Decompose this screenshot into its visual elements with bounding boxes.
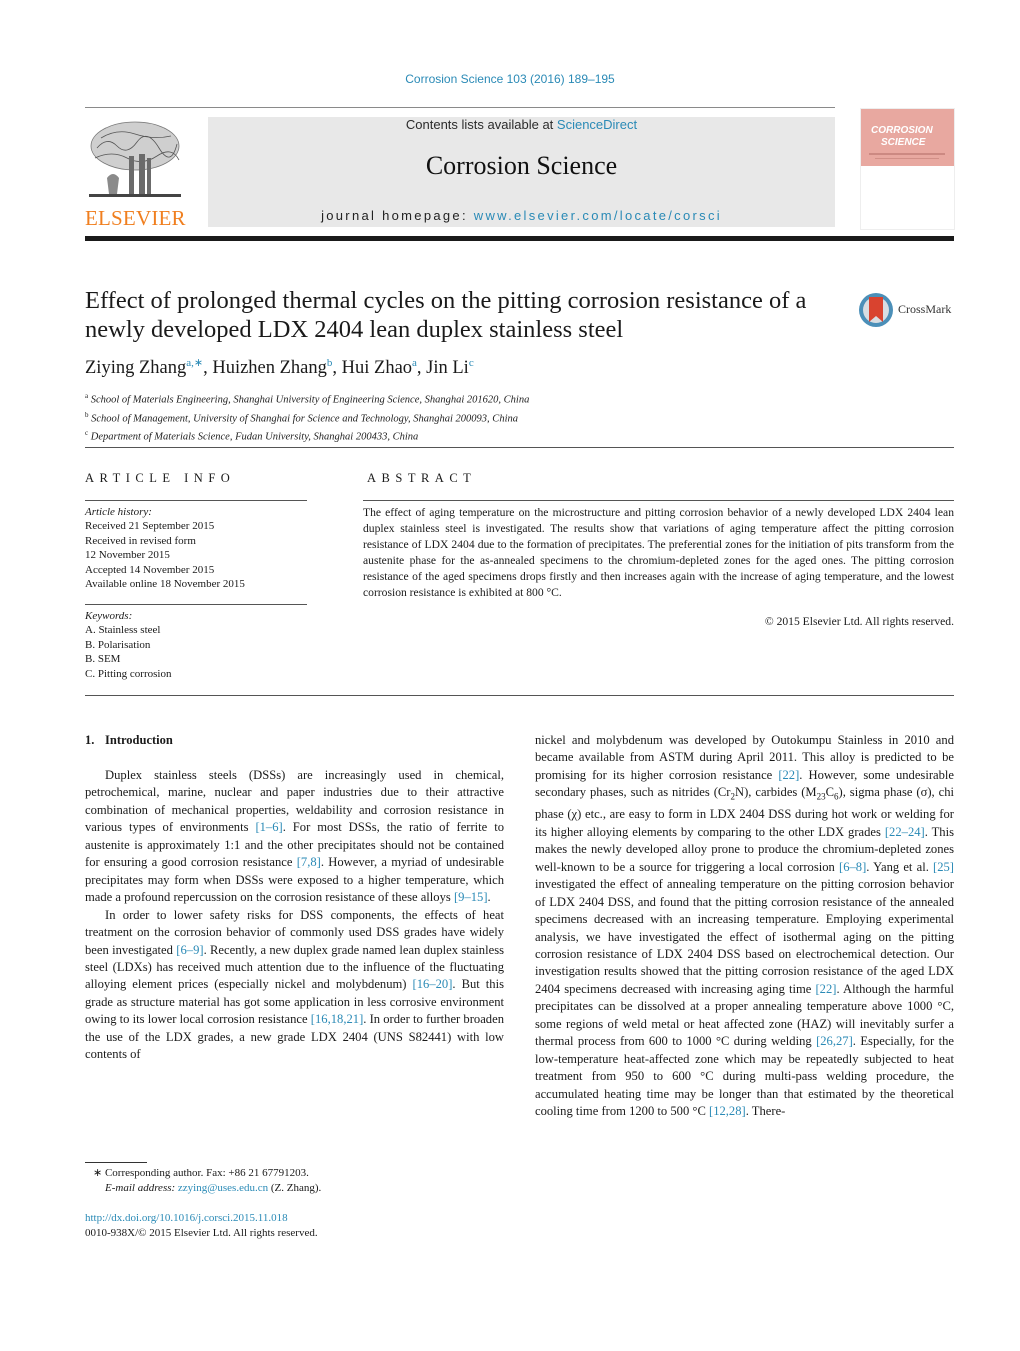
citation-link[interactable]: [1–6]: [255, 820, 282, 834]
subscript: 23: [816, 791, 826, 802]
author[interactable]: Jin Lic: [426, 357, 474, 378]
divider: [85, 695, 954, 696]
citation-link[interactable]: [6–8]: [839, 860, 866, 874]
citation-link[interactable]: [16,18,21]: [311, 1012, 363, 1026]
citation-link[interactable]: [16–20]: [413, 977, 453, 991]
crossmark-label: CrossMark: [898, 302, 952, 316]
email-link[interactable]: zzying@uses.edu.cn: [178, 1182, 268, 1194]
divider: [85, 447, 954, 448]
cover-title-line1: CORROSION: [871, 125, 933, 136]
author-affiliation-mark[interactable]: b: [327, 357, 333, 369]
crossmark-button[interactable]: CrossMark: [858, 290, 958, 330]
paragraph: Duplex stainless steels (DSSs) are incre…: [85, 768, 504, 905]
keyword: B. Polarisation: [85, 638, 151, 651]
footnotes: ∗ Corresponding author. Fax: +86 21 6779…: [85, 1166, 321, 1195]
cover-subtitle-line: [875, 158, 939, 159]
article-history: Article history: Received 21 September 2…: [85, 505, 245, 591]
elsevier-wordmark: ELSEVIER: [85, 206, 186, 230]
journal-homepage: journal homepage: www.elsevier.com/locat…: [208, 208, 835, 223]
history-label: Article history:: [85, 506, 152, 518]
homepage-prefix: journal homepage:: [321, 208, 474, 223]
citation-link[interactable]: [12,28]: [709, 1104, 746, 1118]
author-affiliation-mark[interactable]: c: [469, 357, 474, 369]
homepage-link[interactable]: www.elsevier.com/locate/corsci: [474, 208, 722, 223]
journal-banner: Contents lists available at ScienceDirec…: [208, 117, 835, 227]
keyword: B. SEM: [85, 653, 121, 666]
header-thick-rule: [85, 236, 954, 241]
abstract-copyright: © 2015 Elsevier Ltd. All rights reserved…: [764, 615, 954, 628]
section-heading: 1. Introduction: [85, 733, 173, 748]
keyword: A. Stainless steel: [85, 624, 161, 637]
affiliations: a School of Materials Engineering, Shang…: [85, 389, 529, 445]
keywords: Keywords: A. Stainless steel B. Polarisa…: [85, 609, 171, 681]
elsevier-logo[interactable]: ELSEVIER: [85, 116, 186, 230]
citation-link[interactable]: [22]: [815, 982, 836, 996]
footnote-rule: [85, 1162, 147, 1163]
contents-line: Contents lists available at ScienceDirec…: [208, 117, 835, 132]
email-label: E-mail address:: [105, 1181, 178, 1194]
history-item: Accepted 14 November 2015: [85, 563, 215, 576]
subscript: 2: [730, 791, 736, 802]
author-affiliation-mark[interactable]: a: [412, 357, 417, 369]
header-rule: [85, 107, 835, 108]
body-column-left: Duplex stainless steels (DSSs) are incre…: [85, 767, 504, 1064]
corresponding-author-note: ∗ Corresponding author. Fax: +86 21 6779…: [93, 1167, 309, 1179]
cover-title-line2: SCIENCE: [881, 137, 926, 148]
journal-cover-thumbnail[interactable]: CORROSION SCIENCE: [860, 108, 955, 230]
affiliation: c Department of Materials Science, Fudan…: [85, 429, 419, 443]
paragraph: nickel and molybdenum was developed by O…: [535, 733, 955, 1119]
doi-block: http://dx.doi.org/10.1016/j.corsci.2015.…: [85, 1211, 318, 1240]
abstract-text: The effect of aging temperature on the m…: [363, 506, 954, 599]
email-suffix: (Z. Zhang).: [268, 1181, 322, 1194]
elsevier-tree-icon: [89, 121, 181, 197]
author[interactable]: Ziying Zhanga,∗: [85, 357, 203, 378]
keywords-label: Keywords:: [85, 610, 133, 622]
citation-link[interactable]: [7,8]: [297, 855, 321, 869]
cover-title: CORROSION SCIENCE: [871, 125, 933, 149]
citation-link[interactable]: [22–24]: [885, 825, 925, 839]
author[interactable]: Hui Zhaoa: [342, 357, 417, 378]
issn-copyright: 0010-938X/© 2015 Elsevier Ltd. All right…: [85, 1226, 318, 1239]
section-title: Introduction: [105, 733, 173, 747]
paragraph: In order to lower safety risks for DSS c…: [85, 907, 504, 1062]
contents-prefix: Contents lists available at: [405, 117, 557, 132]
affiliation: b School of Management, University of Sh…: [85, 410, 518, 425]
email-note: E-mail address: zzying@uses.edu.cn (Z. Z…: [85, 1181, 321, 1196]
citation-link[interactable]: [26,27]: [816, 1034, 853, 1048]
author-list: Ziying Zhanga,∗, Huizhen Zhangb, Hui Zha…: [85, 357, 474, 379]
divider: [363, 500, 954, 501]
crossmark-icon: [859, 293, 893, 327]
subscript: 6: [834, 791, 839, 802]
section-number: 1.: [85, 733, 95, 747]
history-item: Available online 18 November 2015: [85, 578, 245, 591]
citation-link[interactable]: [6–9]: [176, 943, 203, 957]
keyword: C. Pitting corrosion: [85, 667, 172, 680]
divider: [85, 500, 307, 501]
journal-reference[interactable]: Corrosion Science 103 (2016) 189–195: [0, 72, 1020, 86]
doi-link[interactable]: http://dx.doi.org/10.1016/j.corsci.2015.…: [85, 1212, 288, 1224]
sciencedirect-link[interactable]: ScienceDirect: [557, 117, 637, 132]
cover-subtitle-line: [869, 153, 945, 155]
article-info-heading: ARTICLE INFO: [85, 471, 236, 485]
body-column-right: nickel and molybdenum was developed by O…: [535, 732, 954, 1120]
author[interactable]: Huizhen Zhangb: [212, 357, 333, 378]
author-affiliation-mark[interactable]: a,∗: [186, 357, 203, 369]
divider: [85, 604, 307, 605]
journal-title: Corrosion Science: [425, 151, 618, 180]
cover-image: CORROSION SCIENCE: [861, 109, 954, 166]
citation-link[interactable]: [22]: [778, 768, 799, 782]
history-item: 12 November 2015: [85, 549, 170, 562]
article-title: Effect of prolonged thermal cycles on th…: [85, 287, 807, 343]
history-item: Received in revised form: [85, 534, 196, 547]
citation-link[interactable]: [25]: [933, 860, 954, 874]
history-item: Received 21 September 2015: [85, 520, 215, 533]
citation-link[interactable]: [9–15]: [454, 890, 488, 904]
abstract-heading: ABSTRACT: [367, 471, 477, 485]
affiliation: a School of Materials Engineering, Shang…: [85, 392, 530, 406]
